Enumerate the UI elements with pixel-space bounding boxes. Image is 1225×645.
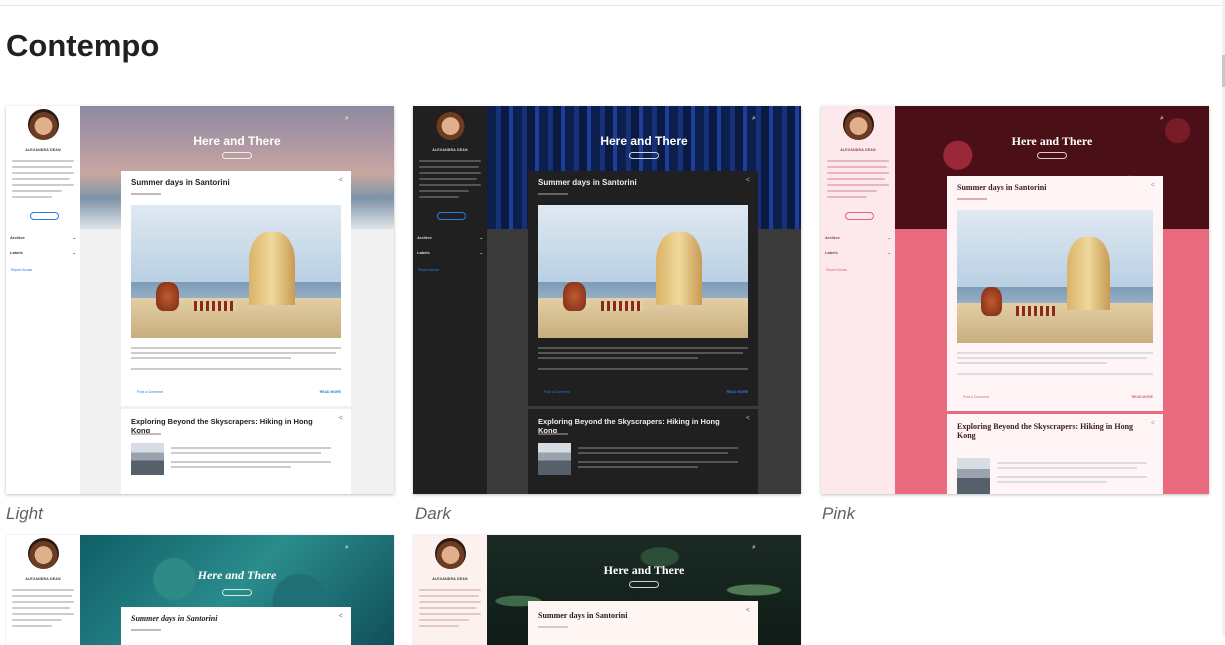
post-photo <box>131 205 341 338</box>
author-name: ALEXANDRA DEAN <box>25 577 61 581</box>
theme-label-light[interactable]: Light <box>6 504 43 524</box>
post-footer: Post a Comment READ MORE <box>538 390 748 394</box>
share-icon[interactable]: < <box>339 415 343 422</box>
subscribe-button[interactable] <box>629 152 659 159</box>
author-avatar <box>28 109 59 140</box>
post-title-2[interactable]: Exploring Beyond the Skyscrapers: Hiking… <box>538 417 738 435</box>
post-title-2[interactable]: Exploring Beyond the Skyscrapers: Hiking… <box>957 422 1147 440</box>
search-icon[interactable]: ⌕ <box>752 544 756 552</box>
post-card: Summer days in Santorini < <box>121 607 351 645</box>
sidebar-item-archive[interactable]: Archive ⌄ <box>10 235 76 240</box>
post-comment-link[interactable]: Post a Comment <box>963 395 989 399</box>
post-title[interactable]: Summer days in Santorini <box>131 614 217 623</box>
blog-title: Here and There <box>603 563 685 577</box>
share-icon[interactable]: < <box>746 415 750 422</box>
post-card-2: Exploring Beyond the Skyscrapers: Hiking… <box>121 409 351 494</box>
post-comment-link[interactable]: Post a Comment <box>137 390 163 394</box>
theme-preview-tropical[interactable]: ALEXANDRA DEAN Here and There ⌕ Summer d… <box>413 535 801 645</box>
theme-preview-sea[interactable]: ALEXANDRA DEAN Here and There ⌕ Summer d… <box>6 535 394 645</box>
post-thumbnail <box>957 458 990 494</box>
sidebar-item-labels[interactable]: Labels ⌄ <box>10 250 76 255</box>
blog-title: Here and There <box>197 568 277 582</box>
post-thumbnail <box>131 443 164 475</box>
post-title[interactable]: Summer days in Santorini <box>538 178 637 187</box>
post-card: Summer days in Santorini < Post a Commen… <box>947 176 1163 411</box>
post-card: Summer days in Santorini < Post a Commen… <box>121 171 351 406</box>
search-icon[interactable]: ⌕ <box>1160 115 1164 123</box>
read-more-link[interactable]: READ MORE <box>1132 395 1153 399</box>
author-avatar <box>435 109 466 140</box>
share-icon[interactable]: < <box>339 177 343 184</box>
post-title[interactable]: Summer days in Santorini <box>538 611 627 620</box>
post-card: Summer days in Santorini < Post a Commen… <box>528 171 758 406</box>
author-avatar <box>28 538 59 569</box>
theme-preview-light[interactable]: ALEXANDRA DEAN Archive ⌄ Labels ⌄ Report A… <box>6 106 394 494</box>
post-thumbnail <box>538 443 571 475</box>
post-photo <box>538 205 748 338</box>
sidebar-item-archive[interactable]: Archive ⌄ <box>417 235 483 240</box>
sidebar-item-labels[interactable]: Labels ⌄ <box>417 250 483 255</box>
search-icon[interactable]: ⌕ <box>345 544 349 552</box>
read-more-link[interactable]: READ MORE <box>727 390 748 394</box>
theme-preview-dark[interactable]: ALEXANDRA DEAN Archive ⌄ Labels ⌄ Report A… <box>413 106 801 494</box>
post-card: Summer days in Santorini < <box>528 601 758 645</box>
read-more-link[interactable]: READ MORE <box>320 390 341 394</box>
theme-preview-pink[interactable]: ALEXANDRA DEAN Archive ⌄ Labels ⌄ Report A… <box>821 106 1209 494</box>
visit-profile-button[interactable] <box>30 212 59 220</box>
subscribe-button[interactable] <box>1037 152 1067 159</box>
preview-sidebar: ALEXANDRA DEAN <box>413 535 487 645</box>
sidebar-item-labels[interactable]: Labels ⌄ <box>825 250 891 255</box>
post-card-2: Exploring Beyond the Skyscrapers: Hiking… <box>528 409 758 494</box>
subscribe-button[interactable] <box>222 152 252 159</box>
report-abuse-link[interactable]: Report Abuse <box>418 268 439 272</box>
post-title[interactable]: Summer days in Santorini <box>131 178 230 187</box>
theme-label-dark[interactable]: Dark <box>415 504 451 524</box>
report-abuse-link[interactable]: Report Abuse <box>11 268 32 272</box>
visit-profile-button[interactable] <box>845 212 874 220</box>
search-icon[interactable]: ⌕ <box>345 115 349 123</box>
section-title: Contempo <box>6 28 160 63</box>
theme-label-pink[interactable]: Pink <box>822 504 855 524</box>
blog-title: Here and There <box>600 134 688 148</box>
report-abuse-link[interactable]: Report Abuse <box>826 268 847 272</box>
post-title[interactable]: Summer days in Santorini <box>957 183 1046 192</box>
post-card-2: Exploring Beyond the Skyscrapers: Hiking… <box>947 414 1163 494</box>
subscribe-button[interactable] <box>222 589 252 596</box>
preview-sidebar: ALEXANDRA DEAN <box>6 535 80 645</box>
blog-title: Here and There <box>193 134 281 148</box>
post-comment-link[interactable]: Post a Comment <box>544 390 570 394</box>
visit-profile-button[interactable] <box>437 212 466 220</box>
share-icon[interactable]: < <box>1151 182 1155 189</box>
top-divider <box>0 5 1225 6</box>
share-icon[interactable]: < <box>746 177 750 184</box>
post-footer: Post a Comment READ MORE <box>131 390 341 394</box>
search-icon[interactable]: ⌕ <box>752 115 756 123</box>
blog-title: Here and There <box>1011 134 1093 148</box>
preview-sidebar: ALEXANDRA DEAN Archive ⌄ Labels ⌄ Report A… <box>6 106 80 494</box>
author-name: ALEXANDRA DEAN <box>25 148 61 152</box>
author-name: ALEXANDRA DEAN <box>840 148 876 152</box>
post-title-2[interactable]: Exploring Beyond the Skyscrapers: Hiking… <box>131 417 331 435</box>
preview-sidebar: ALEXANDRA DEAN Archive ⌄ Labels ⌄ Report A… <box>413 106 487 494</box>
share-icon[interactable]: < <box>1151 420 1155 427</box>
sidebar-item-archive[interactable]: Archive ⌄ <box>825 235 891 240</box>
author-name: ALEXANDRA DEAN <box>432 577 468 581</box>
subscribe-button[interactable] <box>629 581 659 588</box>
share-icon[interactable]: < <box>339 613 343 620</box>
share-icon[interactable]: < <box>746 607 750 614</box>
preview-sidebar: ALEXANDRA DEAN Archive ⌄ Labels ⌄ Report A… <box>821 106 895 494</box>
post-footer: Post a Comment READ MORE <box>957 395 1153 399</box>
post-photo <box>957 210 1153 343</box>
author-avatar <box>435 538 466 569</box>
author-name: ALEXANDRA DEAN <box>432 148 468 152</box>
author-avatar <box>843 109 874 140</box>
